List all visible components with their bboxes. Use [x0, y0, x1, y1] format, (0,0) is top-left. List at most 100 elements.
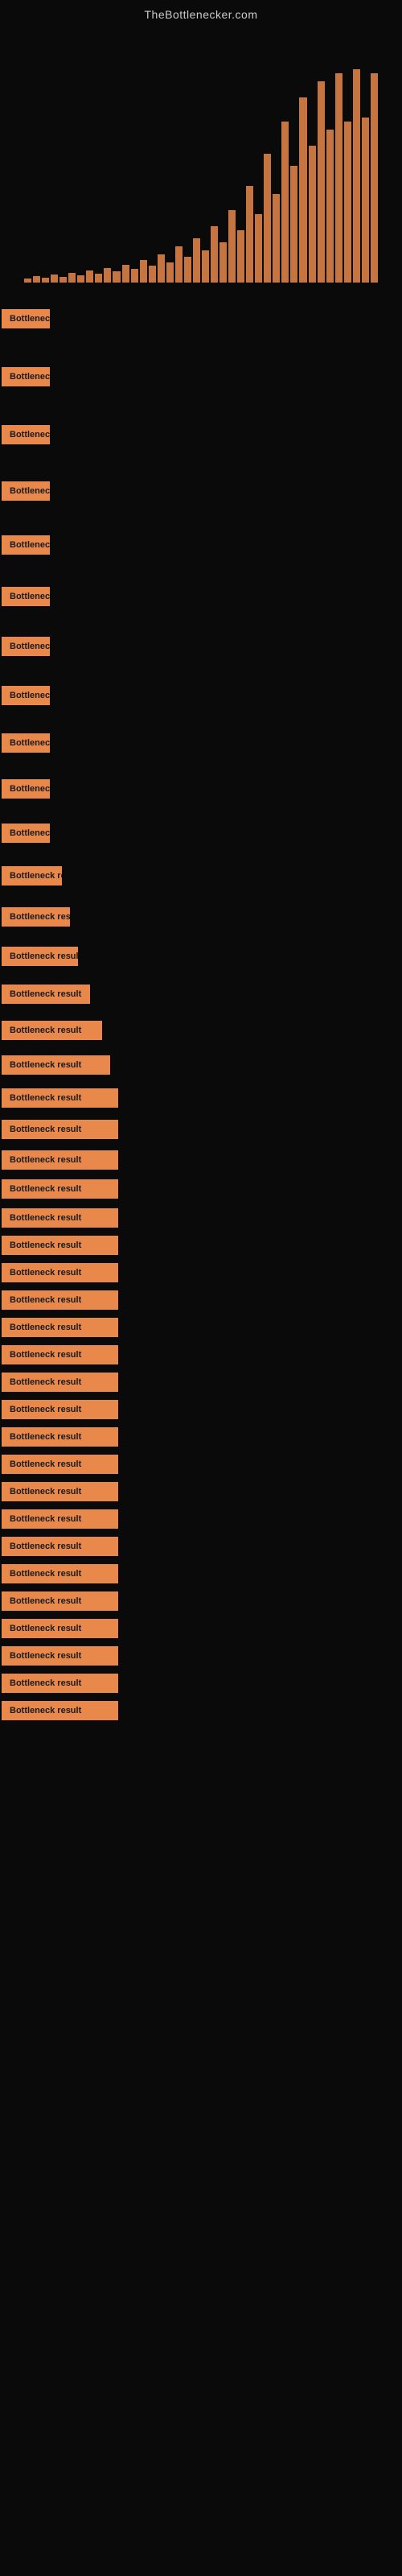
bottleneck-result-badge[interactable]: Bottleneck result — [2, 309, 50, 328]
chart-bar — [237, 230, 244, 283]
bottleneck-result-badge[interactable]: Bottleneck result — [2, 1646, 118, 1666]
chart-bar — [326, 130, 334, 283]
bottleneck-result-badge[interactable]: Bottleneck result — [2, 824, 50, 843]
chart-bar — [309, 146, 316, 283]
bottleneck-result-badge[interactable]: Bottleneck result — [2, 907, 70, 927]
bottleneck-result-badge[interactable]: Bottleneck result — [2, 1619, 118, 1638]
result-row: Bottleneck result — [0, 812, 402, 854]
result-row: Bottleneck result — [0, 767, 402, 811]
bottleneck-result-badge[interactable]: Bottleneck result — [2, 1208, 118, 1228]
bottleneck-result-badge[interactable]: Bottleneck result — [2, 1509, 118, 1529]
bottleneck-result-badge[interactable]: Bottleneck result — [2, 779, 50, 799]
chart-bar — [33, 276, 40, 283]
bottleneck-result-badge[interactable]: Bottleneck result — [2, 481, 50, 501]
chart-bar — [362, 118, 369, 283]
bottleneck-result-badge[interactable]: Bottleneck result — [2, 1088, 118, 1108]
result-row: Bottleneck result — [0, 1146, 402, 1174]
chart-bar — [344, 122, 351, 283]
bottleneck-result-badge[interactable]: Bottleneck result — [2, 1263, 118, 1282]
chart-bar — [131, 269, 138, 283]
result-row: Bottleneck result — [0, 672, 402, 719]
result-row: Bottleneck result — [0, 1451, 402, 1477]
chart-bar — [140, 260, 147, 283]
chart-bar — [299, 97, 306, 283]
bottleneck-result-badge[interactable]: Bottleneck result — [2, 1318, 118, 1337]
bottleneck-result-badge[interactable]: Bottleneck result — [2, 637, 50, 656]
result-row: Bottleneck result — [0, 518, 402, 571]
result-row: Bottleneck result — [0, 1397, 402, 1422]
bottleneck-result-badge[interactable]: Bottleneck result — [2, 1674, 118, 1693]
site-header: TheBottlenecker.com — [0, 0, 402, 25]
chart-bar — [104, 268, 111, 283]
result-row: Bottleneck result — [0, 1369, 402, 1395]
chart-bar — [264, 154, 271, 283]
result-row: Bottleneck result — [0, 1315, 402, 1340]
bottleneck-result-badge[interactable]: Bottleneck result — [2, 1373, 118, 1392]
bottleneck-result-badge[interactable]: Bottleneck result — [2, 535, 50, 555]
chart-bar — [122, 265, 129, 283]
chart-bar — [353, 69, 360, 283]
bottleneck-result-badge[interactable]: Bottleneck result — [2, 1701, 118, 1720]
chart-bar — [158, 254, 165, 283]
bottleneck-result-badge[interactable]: Bottleneck result — [2, 985, 90, 1004]
chart-bar — [77, 275, 84, 283]
chart-bar — [68, 273, 76, 283]
bottleneck-result-badge[interactable]: Bottleneck result — [2, 1537, 118, 1556]
result-row: Bottleneck result — [0, 1260, 402, 1286]
bottleneck-result-badge[interactable]: Bottleneck result — [2, 947, 78, 966]
bottleneck-result-badge[interactable]: Bottleneck result — [2, 1427, 118, 1447]
chart-bar — [255, 214, 262, 283]
bottleneck-result-badge[interactable]: Bottleneck result — [2, 866, 62, 886]
bottleneck-result-badge[interactable]: Bottleneck result — [2, 1400, 118, 1419]
result-row: Bottleneck result — [0, 572, 402, 621]
bottleneck-result-badge[interactable]: Bottleneck result — [2, 1150, 118, 1170]
chart-bar — [246, 186, 253, 283]
site-title: TheBottlenecker.com — [144, 8, 257, 21]
result-row: Bottleneck result — [0, 1115, 402, 1144]
bottleneck-result-badge[interactable]: Bottleneck result — [2, 686, 50, 705]
chart-bar — [211, 226, 218, 283]
chart-bar — [202, 250, 209, 283]
bottleneck-result-badge[interactable]: Bottleneck result — [2, 1455, 118, 1474]
result-row: Bottleneck result — [0, 1670, 402, 1696]
result-row: Bottleneck result — [0, 1049, 402, 1081]
chart-bar — [371, 73, 378, 283]
bottleneck-result-badge[interactable]: Bottleneck result — [2, 587, 50, 606]
bottleneck-result-badge[interactable]: Bottleneck result — [2, 425, 50, 444]
bottleneck-result-badge[interactable]: Bottleneck result — [2, 1021, 102, 1040]
chart-bar — [86, 270, 93, 283]
result-row: Bottleneck result — [0, 1506, 402, 1532]
chart-bar — [51, 275, 58, 283]
chart-bar — [290, 166, 297, 283]
result-row: Bottleneck result — [0, 1287, 402, 1313]
result-row: Bottleneck result — [0, 1561, 402, 1587]
results-container: Bottleneck result Bottleneck result Bottle… — [0, 283, 402, 1733]
bottleneck-result-badge[interactable]: Bottleneck result — [2, 1482, 118, 1501]
bottleneck-result-badge[interactable]: Bottleneck result — [2, 1290, 118, 1310]
result-row: Bottleneck result — [0, 976, 402, 1012]
bottleneck-result-badge[interactable]: Bottleneck result — [2, 1120, 118, 1139]
chart-bar — [95, 274, 102, 283]
bottleneck-result-badge[interactable]: Bottleneck result — [2, 1345, 118, 1364]
bottleneck-result-badge[interactable]: Bottleneck result — [2, 1564, 118, 1583]
bottleneck-result-badge[interactable]: Bottleneck result — [2, 1236, 118, 1255]
result-row: Bottleneck result — [0, 898, 402, 936]
result-row: Bottleneck result — [0, 1175, 402, 1203]
chart-bar — [59, 277, 67, 283]
result-row: Bottleneck result — [0, 1534, 402, 1559]
result-row: Bottleneck result — [0, 1342, 402, 1368]
chart-bar — [113, 271, 120, 283]
result-row: Bottleneck result — [0, 1083, 402, 1113]
chart-bar — [184, 257, 191, 283]
chart-area — [0, 25, 402, 283]
bottleneck-result-badge[interactable]: Bottleneck result — [2, 733, 50, 753]
bottleneck-result-badge[interactable]: Bottleneck result — [2, 1179, 118, 1199]
bottleneck-result-badge[interactable]: Bottleneck result — [2, 367, 50, 386]
bottleneck-result-badge[interactable]: Bottleneck result — [2, 1591, 118, 1611]
result-row: Bottleneck result — [0, 349, 402, 405]
bottleneck-result-badge[interactable]: Bottleneck result — [2, 1055, 110, 1075]
result-row: Bottleneck result — [0, 1424, 402, 1450]
chart-bar — [149, 266, 156, 283]
result-row: Bottleneck result — [0, 1013, 402, 1047]
page-wrapper: TheBottlenecker.com Bottleneck resultBot… — [0, 0, 402, 1733]
